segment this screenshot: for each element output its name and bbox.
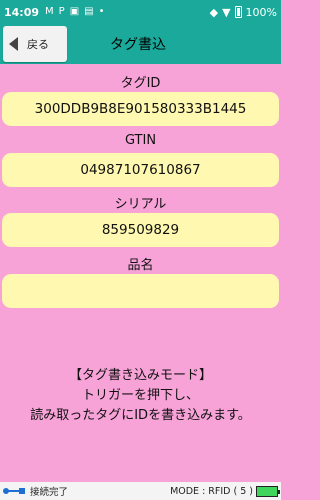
signal-icon: ◆ xyxy=(209,5,219,19)
wifi-icon: ▼ xyxy=(222,5,231,19)
serial-label: シリアル xyxy=(114,197,167,212)
instruction-message: 【タグ書き込みモード】 トリガーを押下し、 読み取ったタグにIDを書き込みます。 xyxy=(0,366,281,426)
back-label: 戻る xyxy=(27,38,49,51)
gallery-icon: ▤ xyxy=(84,6,94,17)
message-line-3: 読み取ったタグにIDを書き込みます。 xyxy=(30,408,251,423)
gmail-icon: M xyxy=(45,6,54,17)
page-title: タグ書込 xyxy=(110,37,166,53)
usb-connection-icon xyxy=(3,486,25,496)
connection-status: 接続完了 xyxy=(30,487,69,498)
product-name-field[interactable] xyxy=(2,274,279,308)
more-dot-icon: • xyxy=(98,6,105,17)
notification-icons: M P ▣ ▤ • xyxy=(45,6,104,18)
message-line-2: トリガーを押下し、 xyxy=(81,388,199,403)
mode-indicator: MODE : RFID ( 5 ) xyxy=(170,485,253,497)
gtin-label: GTIN xyxy=(124,133,157,148)
product-name-label: 品名 xyxy=(127,258,154,273)
back-arrow-icon xyxy=(9,37,18,51)
gtin-field[interactable]: 04987107610867 xyxy=(2,153,279,187)
reader-battery-icon xyxy=(256,485,280,497)
battery-icon xyxy=(234,6,242,18)
bottom-status-bar: 接続完了 MODE : RFID ( 5 ) xyxy=(0,482,281,500)
status-bar: 14:09 M P ▣ ▤ • ◆ ▼ 100% xyxy=(0,0,281,24)
back-button[interactable]: 戻る xyxy=(3,26,67,62)
p-icon: P xyxy=(58,6,65,17)
tag-id-label: タグID xyxy=(120,76,161,91)
message-line-1: 【タグ書き込みモード】 xyxy=(68,368,212,383)
serial-field[interactable]: 859509829 xyxy=(2,213,279,247)
battery-percent: 100% xyxy=(245,5,277,19)
parking-icon: ▣ xyxy=(69,6,80,17)
tag-id-field[interactable]: 300DDB9B8E901580333B1445 xyxy=(2,92,279,126)
clock: 14:09 xyxy=(4,5,40,19)
